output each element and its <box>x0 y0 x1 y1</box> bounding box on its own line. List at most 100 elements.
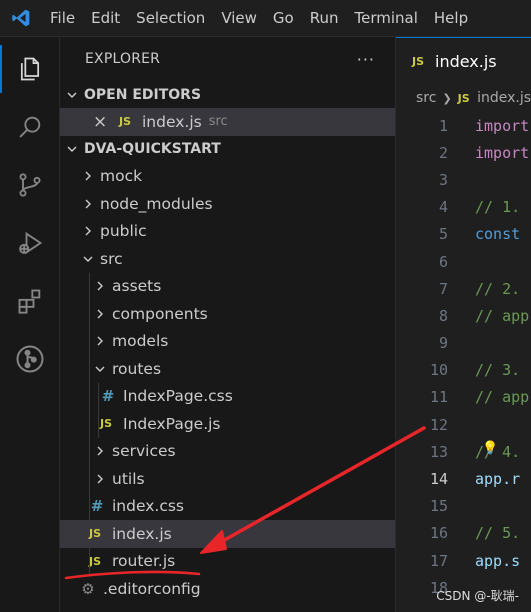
code-line: 13// 4. 💡 <box>396 438 531 465</box>
tree-label: index.css <box>112 497 185 516</box>
run-debug-icon[interactable] <box>0 215 60 271</box>
breadcrumb-folder[interactable]: src <box>416 90 436 106</box>
breadcrumb: src ❯ JS index.js <box>396 84 531 112</box>
tree-folder-services[interactable]: services <box>60 437 395 465</box>
line-number: 12 <box>429 415 448 434</box>
chevron-down-icon <box>92 363 108 375</box>
chevron-down-icon <box>60 143 84 155</box>
git-graph-icon[interactable] <box>0 331 60 387</box>
js-file-icon: JS <box>119 115 132 129</box>
tree-folder-mock[interactable]: mock <box>60 163 395 191</box>
code-text: // 5. <box>475 524 521 543</box>
chevron-right-icon <box>92 308 108 320</box>
tree-folder-components[interactable]: components <box>60 300 395 328</box>
menu-run[interactable]: Run <box>302 0 347 37</box>
chevron-right-icon <box>92 335 108 347</box>
tree-label: public <box>100 222 147 241</box>
tree-folder-node-modules[interactable]: node_modules <box>60 190 395 218</box>
line-number: 9 <box>438 334 448 353</box>
open-editor-filename: index.js <box>142 112 202 131</box>
tree-folder-routes[interactable]: routes <box>60 355 395 383</box>
code-line: 16 // 5. <box>396 520 531 547</box>
close-icon[interactable]: × <box>93 112 109 132</box>
watermark: CSDN @-耿瑞- <box>436 589 519 603</box>
tree-folder-models[interactable]: models <box>60 327 395 355</box>
menu-edit[interactable]: Edit <box>83 0 128 37</box>
menu-view[interactable]: View <box>213 0 265 37</box>
code-text: const <box>475 225 521 244</box>
line-number: 6 <box>438 252 448 271</box>
line-number: 15 <box>429 497 448 516</box>
tree-file-indexpage-css[interactable]: # IndexPage.css <box>60 382 395 410</box>
explorer-sidebar: EXPLORER ··· OPEN EDITORS × JS index.js … <box>60 37 396 612</box>
js-file-icon: JS <box>100 417 113 431</box>
code-text: // 3. <box>475 361 521 380</box>
menu-selection[interactable]: Selection <box>128 0 213 37</box>
code-text: // 1. <box>475 198 521 217</box>
tab-index-js[interactable]: JS index.js <box>396 37 531 84</box>
tree-folder-src[interactable]: src <box>60 245 395 273</box>
project-title: DVA-QUICKSTART <box>84 141 221 157</box>
line-number: 5 <box>438 225 448 244</box>
line-number: 7 <box>438 279 448 298</box>
code-line: 8 // app <box>396 302 531 329</box>
menu-file[interactable]: File <box>42 0 83 37</box>
line-number: 17 <box>429 551 448 570</box>
code-line: 11 // app <box>396 384 531 411</box>
tree-label: services <box>112 442 176 461</box>
code-editor[interactable]: 1 import 2 import 3 4 // 1. 5 const 6 7 // 2.… <box>396 112 531 601</box>
css-file-icon: # <box>90 497 104 516</box>
chevron-right-icon <box>92 473 108 485</box>
search-icon[interactable] <box>0 99 60 155</box>
vscode-logo-icon <box>0 0 42 37</box>
tree-folder-assets[interactable]: assets <box>60 272 395 300</box>
menu-help[interactable]: Help <box>426 0 476 37</box>
tab-label: index.js <box>435 51 497 71</box>
menu-bar: File Edit Selection View Go Run Terminal… <box>0 0 531 37</box>
chevron-down-icon <box>80 253 96 265</box>
line-number: 1 <box>438 116 448 135</box>
tree-file-editorconfig[interactable]: ⚙ .editorconfig <box>60 575 395 603</box>
code-line: 1 import <box>396 112 531 139</box>
source-control-icon[interactable] <box>0 157 60 213</box>
tree-folder-public[interactable]: public <box>60 218 395 246</box>
explorer-icon[interactable] <box>0 41 60 97</box>
tree-label: router.js <box>112 552 176 571</box>
tree-file-router-js[interactable]: JS router.js <box>60 547 395 575</box>
line-number: 13 <box>429 442 448 461</box>
js-file-icon: JS <box>89 527 102 541</box>
chevron-right-icon <box>80 198 96 210</box>
breadcrumb-file[interactable]: index.js <box>477 90 531 106</box>
code-text: app.r <box>475 470 521 489</box>
code-line: 17 app.s <box>396 547 531 574</box>
lightbulb-icon[interactable]: 💡 <box>482 441 498 456</box>
tree-label: routes <box>112 359 162 378</box>
tree-label: IndexPage.css <box>123 387 233 406</box>
tree-label: index.js <box>112 524 172 543</box>
project-header[interactable]: DVA-QUICKSTART <box>60 136 395 163</box>
menu-terminal[interactable]: Terminal <box>347 0 426 37</box>
chevron-right-icon: ❯ <box>442 91 452 105</box>
code-line: 2 import <box>396 139 531 166</box>
tree-label: .editorconfig <box>103 579 201 598</box>
tree-label: assets <box>112 277 162 296</box>
tree-folder-utils[interactable]: utils <box>60 465 395 493</box>
code-line: 5 const <box>396 221 531 248</box>
tree-file-index-js[interactable]: JS index.js <box>60 520 395 548</box>
code-line-current: 14 app.r <box>396 465 531 492</box>
open-editors-title: OPEN EDITORS <box>84 86 202 103</box>
code-text: app.s <box>475 551 521 570</box>
open-editor-item[interactable]: × JS index.js src <box>60 108 395 136</box>
menu-go[interactable]: Go <box>265 0 302 37</box>
code-line: 12 <box>396 411 531 438</box>
more-actions-button[interactable]: ··· <box>357 50 375 69</box>
code-line: 15 <box>396 493 531 520</box>
tree-file-indexpage-js[interactable]: JS IndexPage.js <box>60 410 395 438</box>
css-file-icon: # <box>101 387 115 406</box>
extensions-icon[interactable] <box>0 273 60 329</box>
tree-file-index-css[interactable]: # index.css <box>60 492 395 520</box>
chevron-right-icon <box>80 225 96 237</box>
editor-area: JS index.js src ❯ JS index.js 1 import 2 i… <box>396 37 531 612</box>
open-editors-header[interactable]: OPEN EDITORS <box>60 81 395 108</box>
chevron-down-icon <box>60 89 84 101</box>
